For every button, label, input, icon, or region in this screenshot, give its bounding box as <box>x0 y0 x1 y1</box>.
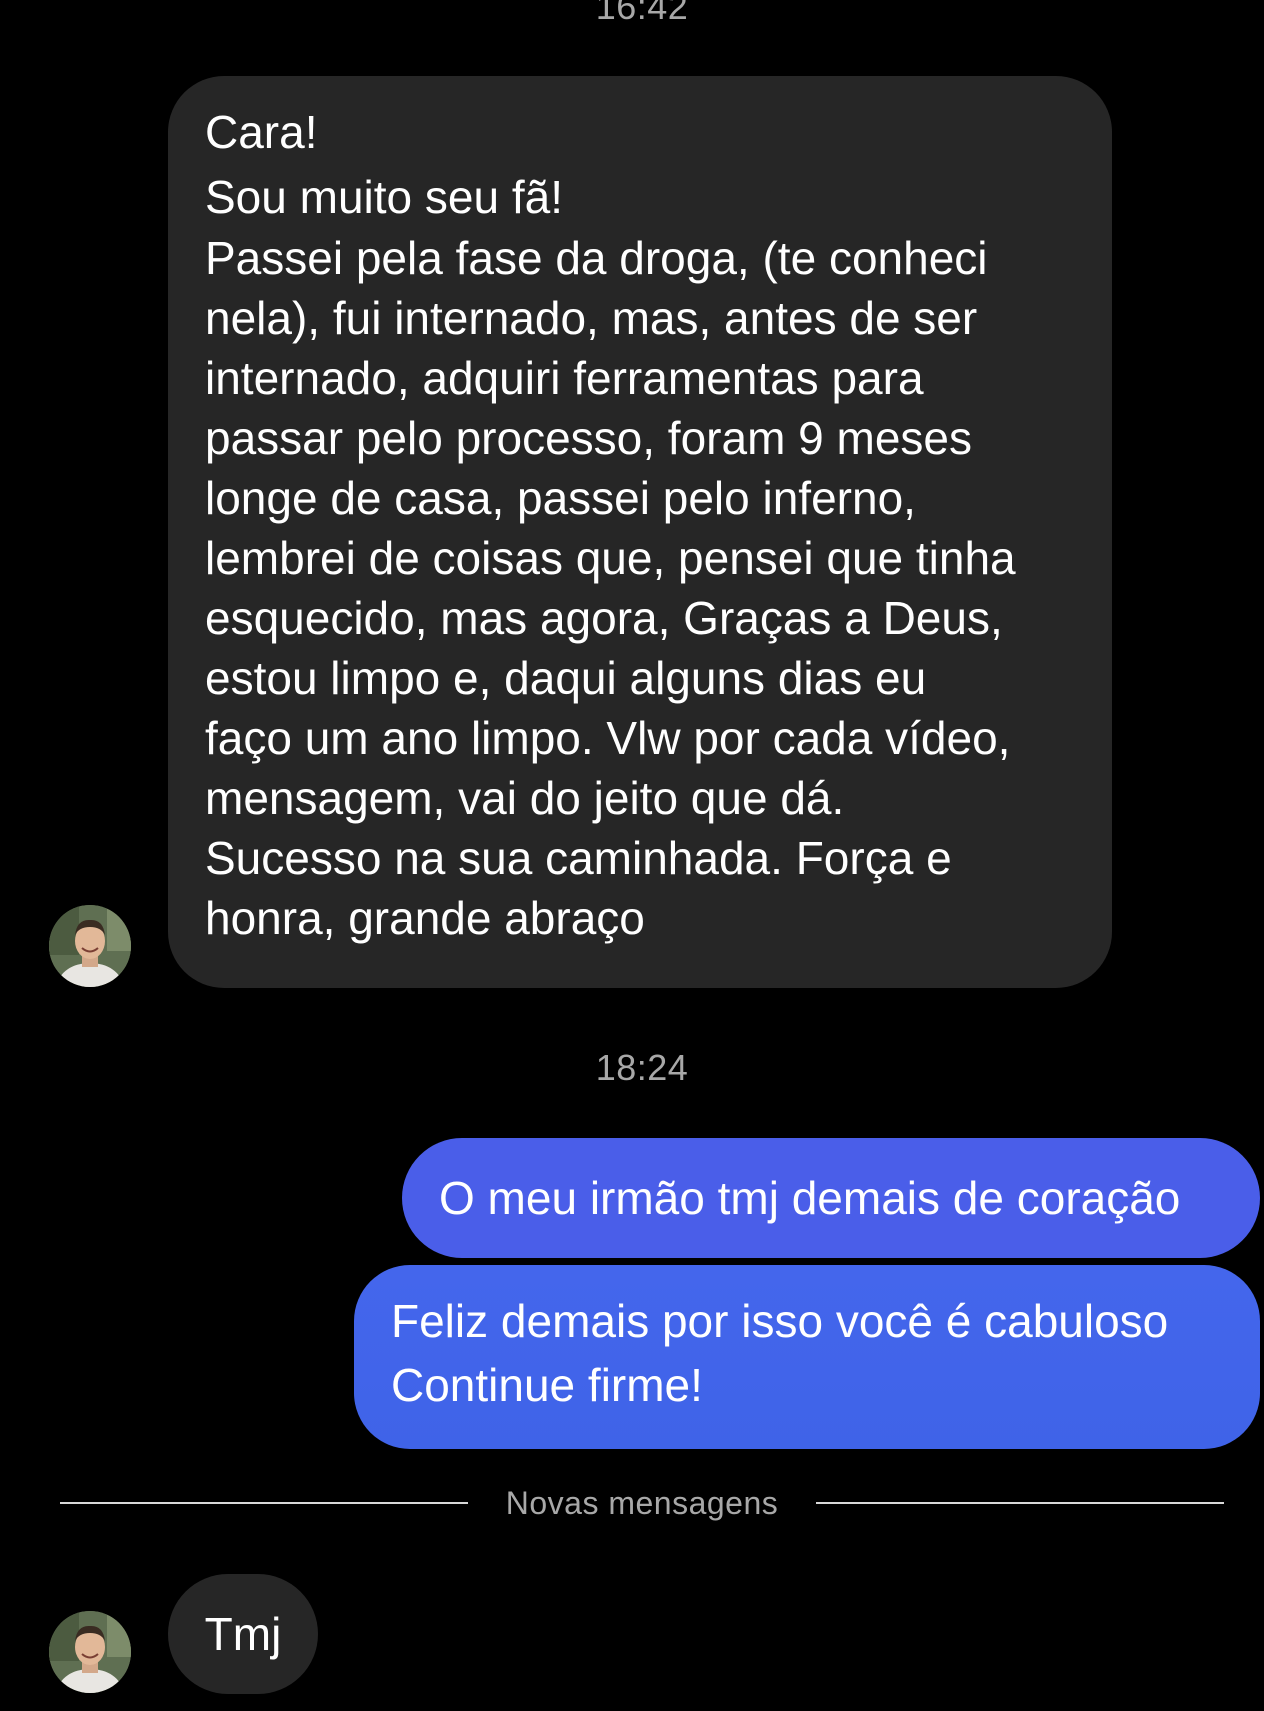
incoming-message-bubble[interactable]: Tmj <box>168 1574 318 1694</box>
message-line: nela), fui internado, mas, antes de ser <box>205 292 978 344</box>
message-text: Tmj <box>204 1608 282 1660</box>
outgoing-message-bubble[interactable]: Feliz demais por isso você é cabuloso Co… <box>354 1265 1260 1449</box>
message-line: mensagem, vai do jeito que dá. <box>205 772 845 824</box>
message-line: Passei pela fase da droga, (te conheci <box>205 232 988 284</box>
message-line: passar pelo processo, foram 9 meses <box>205 412 973 464</box>
message-line: honra, grande abraço <box>205 892 645 944</box>
message-line: internado, adquiri ferramentas para <box>205 352 924 404</box>
message-line: faço um ano limpo. Vlw por cada vídeo, <box>205 712 1011 764</box>
avatar-photo-icon <box>49 905 131 987</box>
new-messages-divider: Novas mensagens <box>60 1480 1224 1526</box>
contact-avatar[interactable] <box>49 905 131 987</box>
incoming-message-bubble[interactable]: Cara! Sou muito seu fã! Passei pela fase… <box>168 76 1112 988</box>
message-line: Sou muito seu fã! <box>205 171 563 223</box>
timestamp-divider: 18:24 <box>595 1047 689 1088</box>
message-line: lembrei de coisas que, pensei que tinha <box>205 532 1016 584</box>
message-line: esquecido, mas agora, Graças a Deus, <box>205 592 1003 644</box>
message-line: estou limpo e, daqui alguns dias eu <box>205 652 927 704</box>
divider-line <box>60 1502 468 1504</box>
message-line: Cara! <box>205 106 318 158</box>
timestamp-top: 16:42 <box>595 0 689 27</box>
outgoing-message-bubble[interactable]: O meu irmão tmj demais de coração <box>402 1138 1260 1258</box>
divider-line <box>816 1502 1224 1504</box>
message-line: longe de casa, passei pelo inferno, <box>205 472 916 524</box>
avatar-photo-icon <box>49 1611 131 1693</box>
message-line: Sucesso na sua caminhada. Força e <box>205 832 952 884</box>
contact-avatar[interactable] <box>49 1611 131 1693</box>
new-messages-label: Novas mensagens <box>505 1485 779 1521</box>
